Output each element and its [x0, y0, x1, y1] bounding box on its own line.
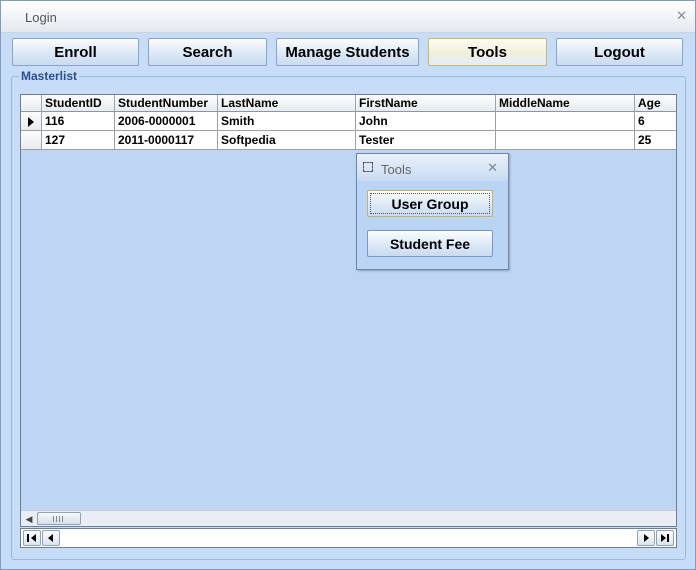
cell-middlename[interactable] [496, 131, 635, 150]
tools-close-icon[interactable]: ✕ [487, 160, 498, 176]
tools-window: Tools ✕ User Group Student Fee [356, 153, 509, 270]
search-button[interactable]: Search [148, 38, 267, 66]
last-bar-icon [667, 534, 669, 542]
column-header-firstname[interactable]: FirstName [356, 95, 496, 112]
scroll-thumb[interactable] [37, 512, 81, 525]
tools-window-icon [363, 162, 373, 172]
toolbar: Enroll Search Manage Students Tools Logo… [1, 33, 695, 69]
manage-students-button[interactable]: Manage Students [276, 38, 419, 66]
grip-icon [53, 516, 65, 522]
first-arrow-icon [31, 534, 36, 542]
window-title: Login [25, 10, 57, 25]
column-header-lastname[interactable]: LastName [218, 95, 356, 112]
close-icon[interactable]: ✕ [676, 8, 687, 24]
cell-studentnumber[interactable]: 2011-0000117 [115, 131, 218, 150]
cell-age[interactable]: 6 [635, 112, 676, 131]
previous-record-button[interactable] [42, 530, 60, 546]
cell-firstname[interactable]: Tester [356, 131, 496, 150]
row-pointer-icon [28, 117, 34, 127]
first-bar-icon [27, 534, 29, 542]
last-record-button[interactable] [656, 530, 674, 546]
column-header-middlename[interactable]: MiddleName [496, 95, 635, 112]
horizontal-scrollbar[interactable]: ◀ [21, 510, 676, 526]
cell-firstname[interactable]: John [356, 112, 496, 131]
column-header-studentid[interactable]: StudentID [42, 95, 115, 112]
column-header-age[interactable]: Age [635, 95, 676, 112]
user-group-button[interactable]: User Group [367, 190, 493, 217]
record-navigator [20, 528, 677, 548]
cell-studentnumber[interactable]: 2006-0000001 [115, 112, 218, 131]
table-row[interactable]: 116 2006-0000001 Smith John 6 [21, 112, 676, 131]
cell-middlename[interactable] [496, 112, 635, 131]
enroll-button[interactable]: Enroll [12, 38, 139, 66]
masterlist-group: Masterlist StudentID StudentNumber LastN… [11, 69, 686, 560]
row-header-selected[interactable] [21, 112, 42, 131]
title-bar: Login ✕ [1, 1, 695, 33]
next-record-button[interactable] [637, 530, 655, 546]
grid-corner [21, 95, 42, 112]
table-row[interactable]: 127 2011-0000117 Softpedia Tester 25 [21, 131, 676, 150]
previous-arrow-icon [48, 534, 53, 542]
scroll-left-icon[interactable]: ◀ [23, 513, 35, 525]
masterlist-label: Masterlist [19, 69, 80, 83]
row-header[interactable] [21, 131, 42, 150]
cell-lastname[interactable]: Softpedia [218, 131, 356, 150]
next-arrow-icon [644, 534, 649, 542]
tools-button[interactable]: Tools [428, 38, 547, 66]
logout-button[interactable]: Logout [556, 38, 683, 66]
column-header-studentnumber[interactable]: StudentNumber [115, 95, 218, 112]
last-arrow-icon [661, 534, 666, 542]
student-fee-button[interactable]: Student Fee [367, 230, 493, 257]
masterlist-grid[interactable]: StudentID StudentNumber LastName FirstNa… [20, 94, 677, 527]
first-record-button[interactable] [23, 530, 41, 546]
cell-studentid[interactable]: 116 [42, 112, 115, 131]
tools-title-bar[interactable]: Tools ✕ [357, 154, 508, 181]
cell-age[interactable]: 25 [635, 131, 676, 150]
main-window: Login ✕ Enroll Search Manage Students To… [0, 0, 696, 570]
tools-window-title: Tools [381, 162, 412, 177]
cell-lastname[interactable]: Smith [218, 112, 356, 131]
cell-studentid[interactable]: 127 [42, 131, 115, 150]
